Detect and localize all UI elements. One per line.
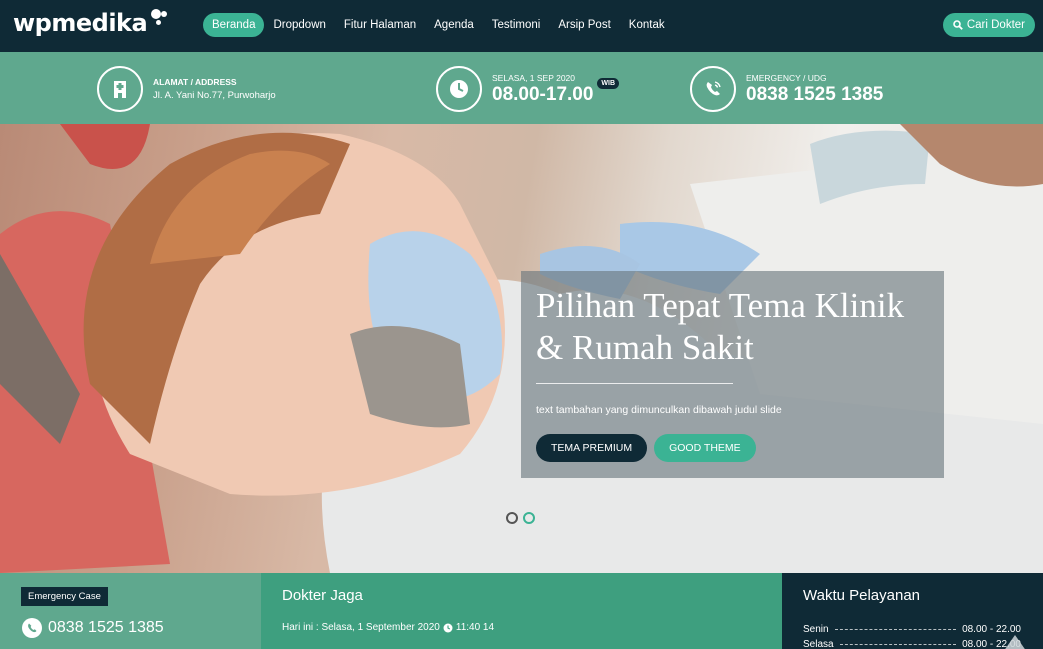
good-theme-button[interactable]: GOOD THEME	[654, 434, 756, 462]
today-text: Hari ini : Selasa, 1 September 2020	[282, 622, 440, 633]
tema-premium-button[interactable]: TEMA PREMIUM	[536, 434, 648, 462]
schedule-row: Selasa 08.00 - 22.00	[803, 637, 1021, 649]
info-bar: ALAMAT / ADDRESS Jl. A. Yani No.77, Purw…	[0, 52, 1043, 124]
slide-subtitle: text tambahan yang dimunculkan dibawah j…	[536, 404, 782, 416]
caption-divider	[536, 383, 733, 384]
emergency-phone[interactable]: 0838 1525 1385	[22, 618, 164, 638]
top-navbar: wpmedika Beranda Dropdown Fitur Halaman …	[0, 0, 1043, 52]
emergency-info: EMERGENCY / UDG 0838 1525 1385	[690, 66, 883, 112]
opening-hours: 08.00-17.00	[492, 83, 594, 105]
phone-ring-icon	[690, 66, 736, 112]
logo-text: wpmedika	[13, 9, 148, 37]
address-value: Jl. A. Yani No.77, Purwoharjo	[153, 90, 276, 101]
slider-dot-2[interactable]	[523, 512, 535, 524]
slider-pagination	[506, 512, 535, 524]
slide-caption: Pilihan Tepat Tema Klinik & Rumah Sakit …	[521, 271, 944, 478]
emergency-label: EMERGENCY / UDG	[746, 72, 827, 83]
slide-title-line2: & Rumah Sakit	[536, 328, 754, 367]
slide-title: Pilihan Tepat Tema Klinik & Rumah Sakit	[536, 285, 929, 369]
hours-info: SELASA, 1 SEP 2020 08.00-17.00WIB	[436, 66, 620, 112]
slider-dot-1[interactable]	[506, 512, 518, 524]
service-hours-title: Waktu Pelayanan	[803, 587, 921, 604]
search-icon	[953, 20, 963, 30]
doctor-on-duty-panel: Dokter Jaga Hari ini : Selasa, 1 Septemb…	[261, 573, 782, 649]
nav-item-kontak[interactable]: Kontak	[620, 13, 674, 37]
schedule-hours: 08.00 - 22.00	[962, 624, 1021, 635]
address-info: ALAMAT / ADDRESS Jl. A. Yani No.77, Purw…	[97, 66, 276, 112]
emergency-case-badge: Emergency Case	[21, 587, 108, 606]
current-time: 11:40 14	[455, 622, 495, 633]
nav-item-dropdown[interactable]: Dropdown	[264, 13, 334, 37]
hospital-icon	[97, 66, 143, 112]
schedule-row: Senin 08.00 - 22.00	[803, 622, 1021, 637]
emergency-panel: Emergency Case 0838 1525 1385	[0, 573, 261, 649]
timezone-badge: WIB	[597, 77, 620, 89]
nav-item-fitur-halaman[interactable]: Fitur Halaman	[335, 13, 425, 37]
clock-icon	[436, 66, 482, 112]
doctor-on-duty-title: Dokter Jaga	[282, 587, 363, 604]
nav-item-agenda[interactable]: Agenda	[425, 13, 483, 37]
clock-icon	[443, 623, 453, 632]
nav-item-arsip-post[interactable]: Arsip Post	[549, 13, 619, 37]
find-doctor-label: Cari Dokter	[966, 19, 1025, 31]
site-logo[interactable]: wpmedika	[13, 9, 168, 37]
bottom-panels: Emergency Case 0838 1525 1385 Dokter Jag…	[0, 573, 1043, 649]
service-schedule: Senin 08.00 - 22.00 Selasa 08.00 - 22.00	[803, 622, 1021, 649]
emergency-number: 0838 1525 1385	[746, 83, 884, 105]
emergency-phone-number: 0838 1525 1385	[48, 619, 164, 636]
main-menu: Beranda Dropdown Fitur Halaman Agenda Te…	[203, 13, 674, 37]
hero-slider: Pilihan Tepat Tema Klinik & Rumah Sakit …	[0, 124, 1043, 573]
phone-icon	[22, 618, 42, 638]
nav-item-beranda[interactable]: Beranda	[203, 13, 265, 37]
logo-dots-icon	[149, 9, 168, 29]
service-hours-panel: Waktu Pelayanan Senin 08.00 - 22.00 Sela…	[782, 573, 1043, 649]
address-label: ALAMAT / ADDRESS	[153, 77, 237, 87]
schedule-day: Senin	[803, 624, 829, 635]
find-doctor-button[interactable]: Cari Dokter	[942, 13, 1035, 37]
slide-title-line1: Pilihan Tepat Tema Klinik	[536, 286, 905, 325]
schedule-day: Selasa	[803, 639, 834, 649]
nav-item-testimoni[interactable]: Testimoni	[483, 13, 550, 37]
